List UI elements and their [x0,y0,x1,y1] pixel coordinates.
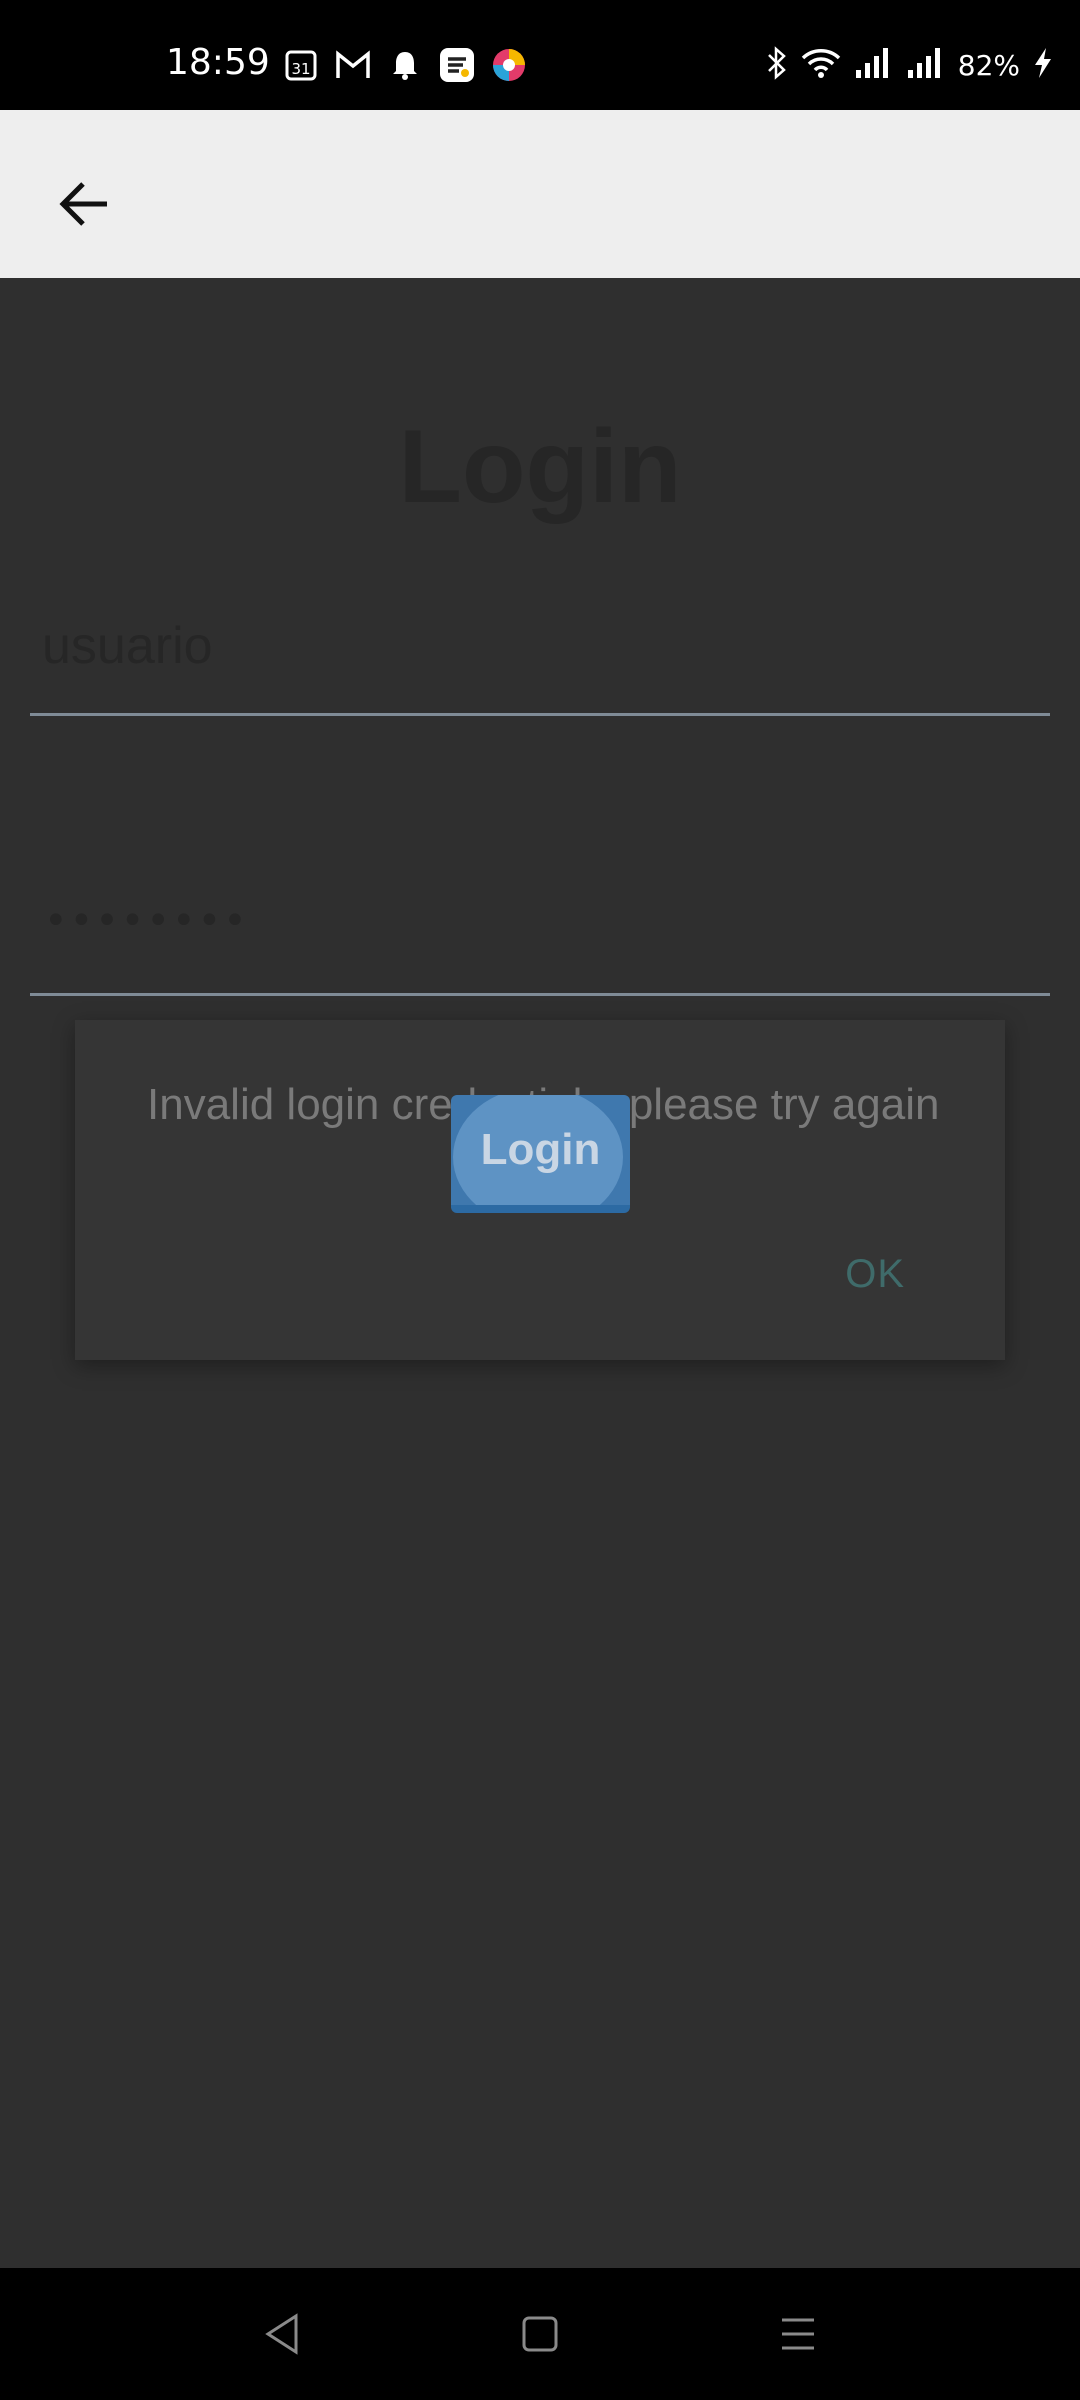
charging-icon [1032,46,1054,85]
username-input[interactable] [42,578,1032,713]
login-button-label: Login [480,1125,601,1174]
status-time: 18:59 [166,42,270,83]
status-bar: 18:59 31 82% [0,0,1080,110]
back-button[interactable] [44,164,124,244]
ok-button[interactable]: OK [845,1252,905,1297]
password-input[interactable]: •••••••• [44,898,249,944]
wifi-icon [800,46,842,85]
system-icons: 82% [766,46,1054,85]
bluetooth-icon [766,46,788,85]
svg-text:31: 31 [291,60,310,78]
app-icon [438,46,476,84]
calendar-icon: 31 [282,46,320,84]
recents-menu-icon [782,2318,814,2350]
gmail-icon [334,46,372,84]
navigation-bar [0,2268,1080,2400]
nav-back-button[interactable] [252,2304,312,2364]
password-field[interactable]: •••••••• [30,858,1050,996]
nav-recents-button[interactable] [768,2304,828,2364]
page-title: Login [398,409,682,525]
signal-icon [854,46,894,85]
home-square-icon [522,2316,558,2352]
signal-icon-2 [906,46,946,85]
browser-icon [490,46,528,84]
battery-percent: 82% [957,49,1020,82]
username-field [30,578,1050,716]
nav-home-button[interactable] [510,2304,570,2364]
notification-icons: 31 [282,46,528,84]
back-triangle-icon [265,2313,298,2355]
app-bar [0,110,1080,278]
arrow-left-icon [59,182,107,226]
login-button[interactable]: Login [451,1095,630,1213]
login-screen: Login •••••••• Invalid login credentials… [0,278,1080,2268]
notification-bell-icon [386,46,424,84]
